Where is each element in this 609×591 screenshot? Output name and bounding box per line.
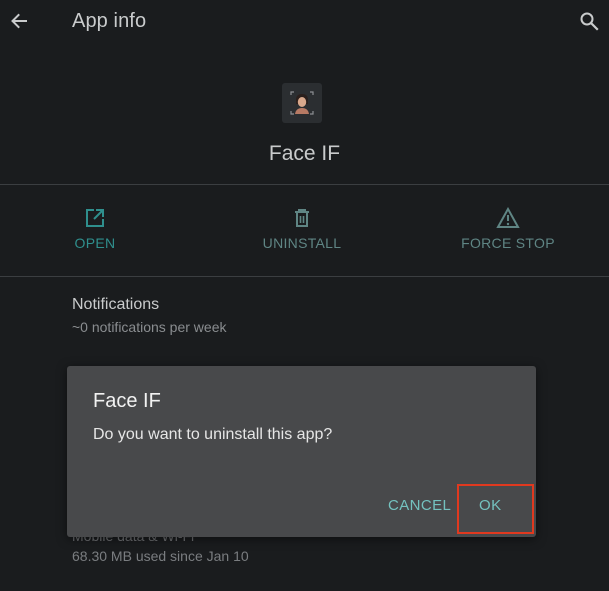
open-button[interactable]: OPEN	[20, 205, 170, 251]
open-external-icon	[86, 209, 104, 227]
divider	[0, 184, 609, 185]
app-bar: App info	[0, 0, 609, 46]
uninstall-button[interactable]: UNINSTALL	[227, 205, 377, 251]
dialog-message: Do you want to uninstall this app?	[93, 426, 333, 443]
back-button[interactable]	[6, 8, 32, 34]
notifications-subtitle: ~0 notifications per week	[72, 319, 227, 335]
trash-icon	[295, 209, 309, 227]
force-stop-label: FORCE STOP	[461, 235, 555, 251]
force-stop-button[interactable]: FORCE STOP	[433, 205, 583, 251]
face-app-icon	[290, 91, 314, 115]
arrow-left-icon	[11, 13, 27, 29]
divider	[0, 276, 609, 277]
open-label: OPEN	[74, 235, 116, 251]
page-title: App info	[72, 10, 147, 32]
search-icon	[580, 12, 599, 31]
dialog-title: Face IF	[93, 390, 161, 412]
ok-button[interactable]: OK	[479, 497, 501, 514]
warning-icon	[496, 207, 520, 228]
cancel-button[interactable]: CANCEL	[388, 497, 451, 514]
uninstall-label: UNINSTALL	[262, 235, 342, 251]
search-button[interactable]	[577, 9, 601, 33]
uninstall-dialog: Face IF Do you want to uninstall this ap…	[67, 366, 536, 537]
app-name: Face IF	[268, 142, 341, 165]
notifications-title: Notifications	[72, 296, 160, 313]
mobile-data-subtitle: 68.30 MB used since Jan 10	[72, 548, 249, 564]
app-icon	[282, 83, 322, 123]
